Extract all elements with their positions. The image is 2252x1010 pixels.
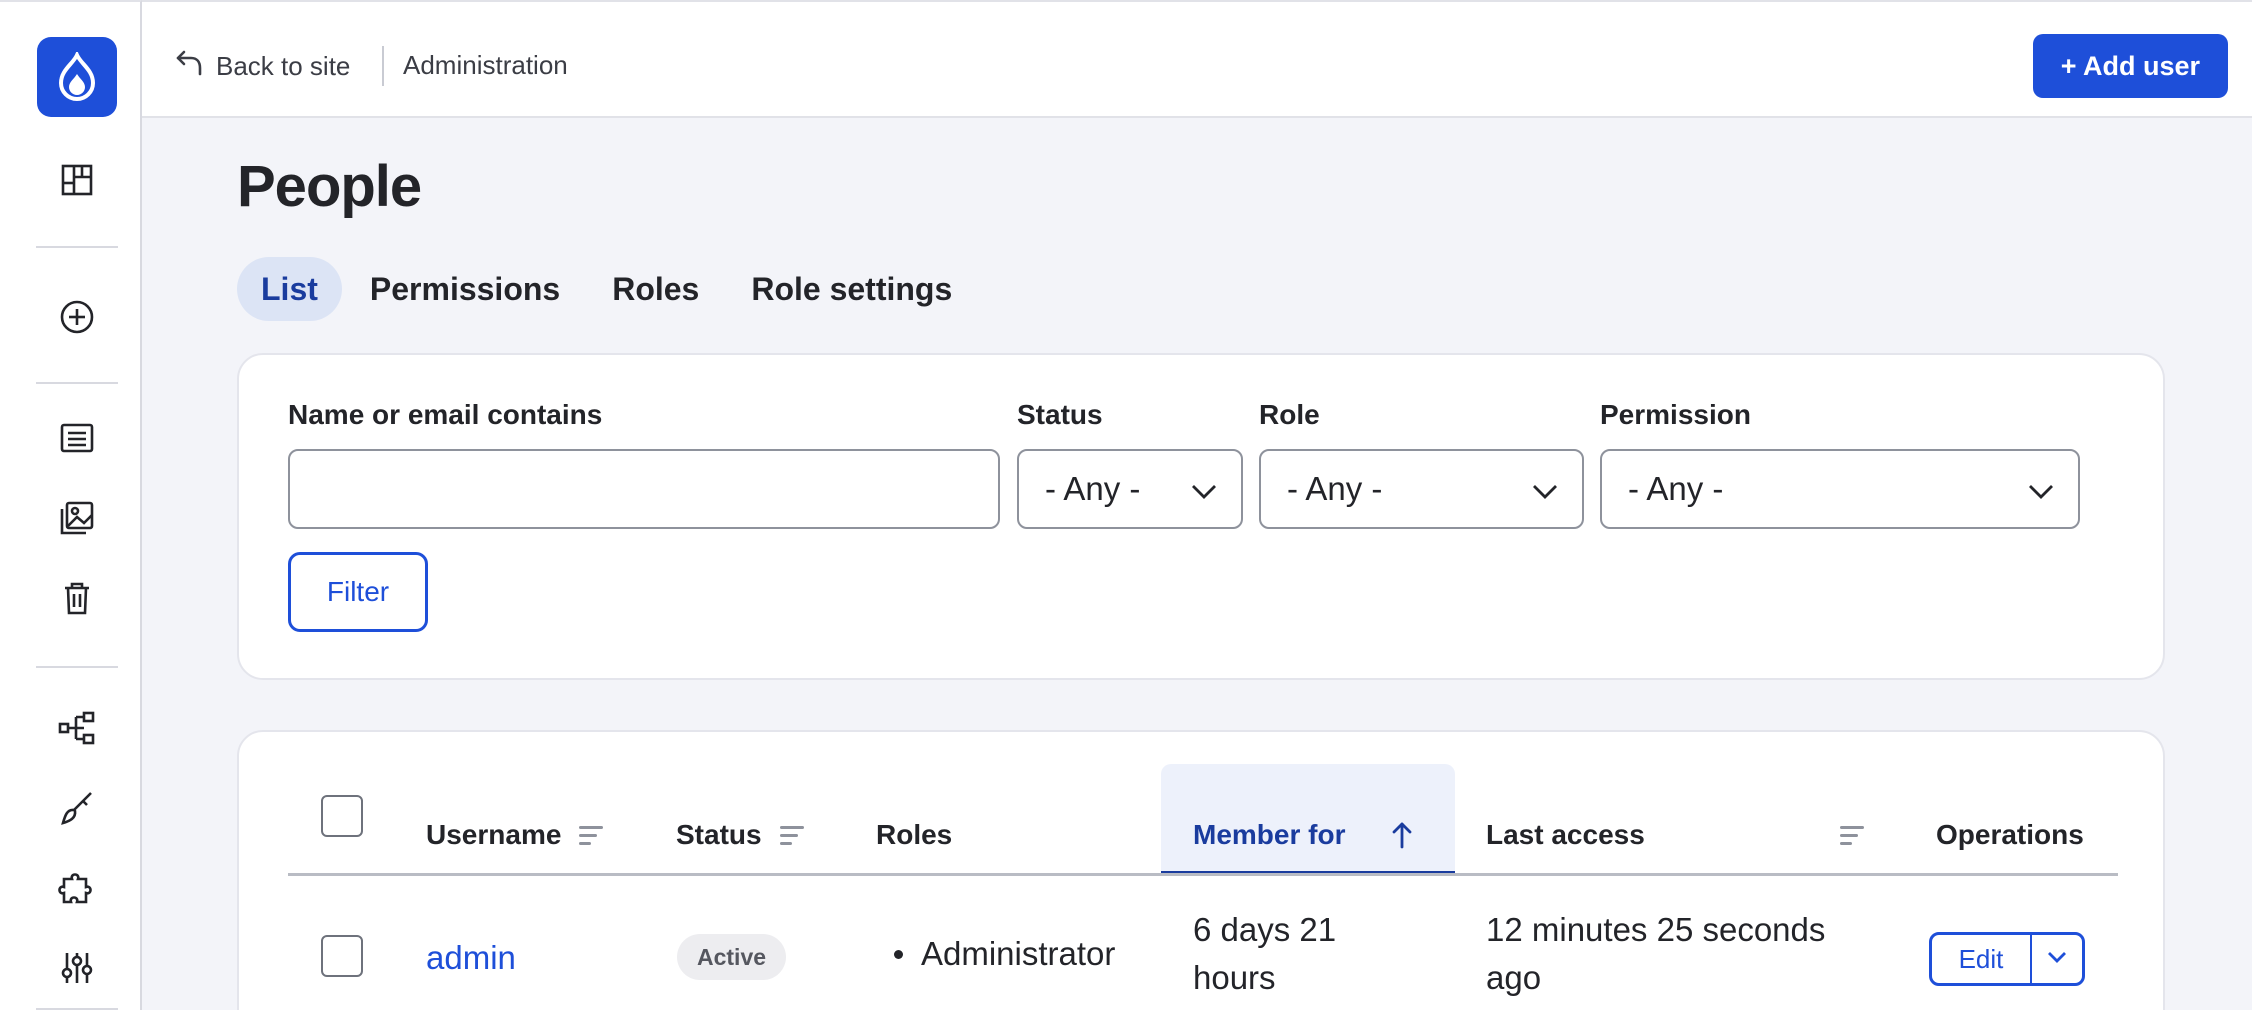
role-select-value: - Any - (1287, 470, 1383, 507)
operations-toggle[interactable] (2032, 935, 2082, 983)
column-header-status[interactable]: Status (676, 819, 804, 851)
select-all-checkbox[interactable] (321, 795, 363, 837)
dashboard-icon[interactable] (51, 154, 103, 206)
media-icon[interactable] (51, 492, 103, 544)
chevron-down-icon (2047, 950, 2067, 968)
sort-icon (1840, 825, 1864, 845)
permission-select-value: - Any - (1628, 470, 1724, 507)
filter-button[interactable]: Filter (288, 552, 428, 632)
breadcrumb: Administration (403, 50, 568, 80)
column-header-last-access[interactable]: Last access (1486, 819, 1864, 851)
sort-ascending-icon (1391, 821, 1413, 849)
content-icon[interactable] (51, 412, 103, 464)
add-user-button[interactable]: + Add user (2032, 34, 2228, 98)
back-arrow-icon (174, 48, 204, 85)
chevron-down-icon (2028, 470, 2054, 508)
people-table: Username Status Roles Member for Last ac… (237, 730, 2165, 1010)
back-to-site-link[interactable]: Back to site (174, 42, 350, 90)
last-access-line: 12 minutes 25 seconds (1486, 911, 1826, 948)
chevron-down-icon (1532, 470, 1558, 508)
permission-filter-label: Permission (1600, 399, 1751, 430)
column-header-roles: Roles (876, 819, 952, 851)
primary-tabs: List Permissions Roles Role settings (237, 257, 976, 321)
status-select[interactable]: - Any - (1017, 449, 1243, 529)
column-label: Status (676, 819, 762, 850)
username-link[interactable]: admin (426, 934, 516, 982)
role-filter-label: Role (1259, 399, 1320, 430)
toolbar-divider (36, 382, 118, 384)
top-bar: Back to site Administration + Add user (142, 0, 2252, 118)
tab-role-settings[interactable]: Role settings (727, 257, 976, 321)
last-access-cell: 12 minutes 25 seconds ago (1486, 906, 1825, 1002)
permission-select[interactable]: - Any - (1600, 449, 2080, 529)
member-for-line: 6 days 21 (1193, 911, 1337, 948)
column-header-operations: Operations (1936, 819, 2084, 851)
role-select[interactable]: - Any - (1259, 449, 1584, 529)
member-for-cell: 6 days 21 hours (1193, 906, 1336, 1002)
sort-icon (579, 825, 604, 845)
status-select-value: - Any - (1045, 470, 1141, 507)
status-badge: Active (677, 934, 787, 980)
tab-list[interactable]: List (237, 257, 342, 321)
last-access-line: ago (1486, 959, 1542, 996)
column-label: Roles (876, 819, 953, 850)
bullet-icon (894, 949, 903, 959)
role-item: Administrator (921, 935, 1116, 972)
status-filter-label: Status (1017, 399, 1103, 430)
tab-permissions[interactable]: Permissions (346, 257, 584, 321)
filter-form: Name or email contains Status - Any - Ro… (237, 353, 2165, 680)
page-title: People (237, 154, 422, 219)
column-header-username[interactable]: Username (426, 819, 604, 851)
roles-list: Administrator (894, 930, 1115, 978)
row-checkbox[interactable] (321, 935, 363, 977)
back-to-site-label: Back to site (216, 50, 351, 81)
name-email-input[interactable] (288, 449, 1000, 529)
column-label: Last access (1486, 819, 1645, 850)
appearance-icon[interactable] (51, 782, 103, 834)
add-content-icon[interactable] (51, 291, 103, 343)
column-label: Member for (1193, 819, 1346, 850)
configuration-icon[interactable] (51, 942, 103, 994)
admin-toolbar (0, 0, 142, 1010)
toolbar-divider (36, 666, 118, 668)
name-filter-label: Name or email contains (288, 399, 603, 430)
header-divider (288, 873, 2118, 876)
sort-icon (779, 825, 804, 845)
extend-icon[interactable] (51, 862, 103, 914)
tab-roles[interactable]: Roles (588, 257, 723, 321)
drupal-logo-icon[interactable] (37, 37, 117, 117)
column-label: Username (426, 819, 562, 850)
edit-button[interactable]: Edit (1932, 935, 2032, 983)
breadcrumb-divider (382, 46, 384, 86)
chevron-down-icon (1191, 470, 1217, 508)
structure-icon[interactable] (51, 702, 103, 754)
member-for-line: hours (1193, 959, 1276, 996)
operations-dropbutton: Edit (1929, 932, 2085, 986)
column-label: Operations (1936, 819, 2084, 850)
column-header-member-for[interactable]: Member for (1193, 819, 1413, 851)
toolbar-divider (36, 246, 118, 248)
trash-icon[interactable] (51, 572, 103, 624)
